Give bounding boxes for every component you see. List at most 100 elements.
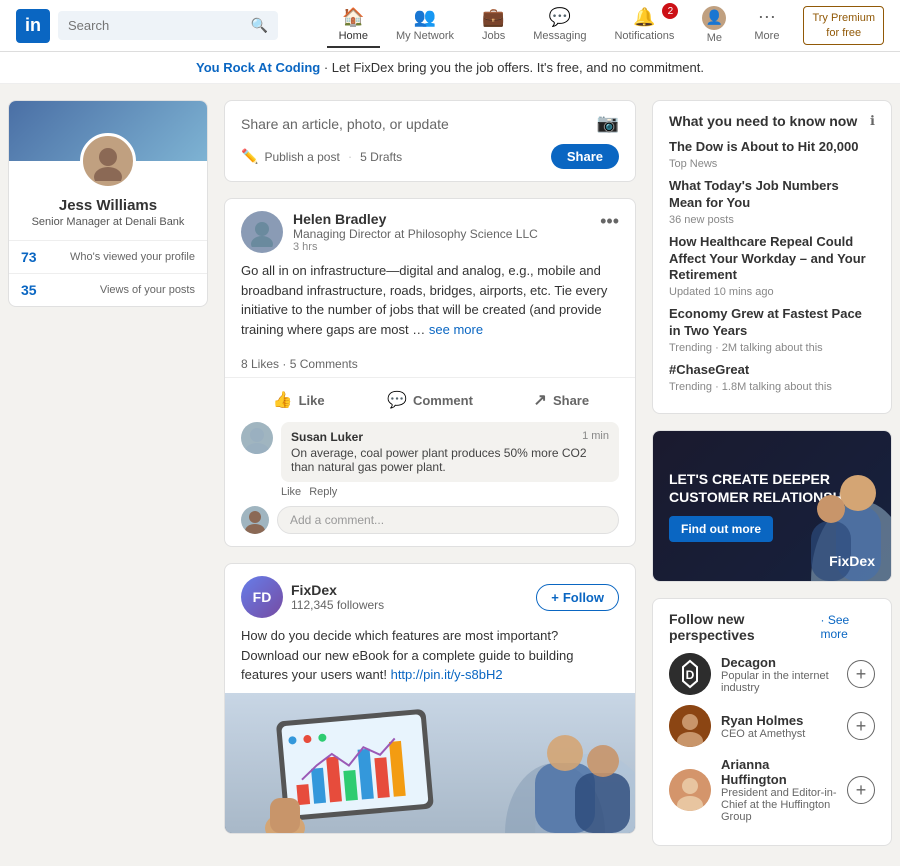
- follow-perspectives-title: Follow new perspectives: [669, 611, 820, 643]
- post-views-num: 35: [21, 282, 37, 298]
- arianna-avatar: [669, 769, 711, 811]
- sponsored-header: FD FixDex 112,345 followers + Follow: [225, 564, 635, 626]
- commenter-name[interactable]: Susan Luker: [291, 430, 363, 444]
- sponsored-link[interactable]: http://pin.it/y-s8bH2: [391, 667, 503, 682]
- like-label: Like: [299, 393, 325, 408]
- nav-item-network[interactable]: 👥 My Network: [384, 3, 466, 48]
- see-more-perspectives-button[interactable]: · See more: [820, 613, 875, 641]
- profile-views-label: Who's viewed your profile: [70, 251, 195, 263]
- right-sidebar: What you need to know now ℹ The Dow is A…: [652, 100, 892, 850]
- ad-cta-button[interactable]: Find out more: [669, 516, 773, 542]
- news-item-5[interactable]: #ChaseGreat Trending · 1.8M talking abou…: [669, 362, 875, 393]
- post-actions: 👍 Like 💬 Comment ↗ Share: [225, 378, 635, 422]
- ad-card: LET'S CREATE DEEPER CUSTOMER RELATIONSHI…: [652, 430, 892, 582]
- likes-count: 8 Likes: [241, 357, 279, 371]
- profile-views-stat[interactable]: 73 Who's viewed your profile: [9, 241, 207, 274]
- left-sidebar: Jess Williams Senior Manager at Denali B…: [8, 100, 208, 850]
- post-header: Helen Bradley Managing Director at Philo…: [225, 199, 635, 261]
- news-item-1[interactable]: The Dow is About to Hit 20,000 Top News: [669, 139, 875, 170]
- nav-item-jobs-label: Jobs: [482, 30, 505, 42]
- info-icon[interactable]: ℹ: [870, 113, 875, 129]
- news-item-3[interactable]: How Healthcare Repeal Could Affect Your …: [669, 234, 875, 299]
- search-input[interactable]: [68, 18, 247, 33]
- promo-highlight[interactable]: You Rock At Coding: [196, 60, 320, 75]
- nav-item-messaging[interactable]: 💬 Messaging: [521, 3, 598, 48]
- search-bar[interactable]: 🔍: [58, 11, 278, 40]
- news-item-title-5: #ChaseGreat: [669, 362, 875, 379]
- comment-bubble: Susan Luker 1 min On average, coal power…: [281, 422, 619, 482]
- add-comment-row: Add a comment...: [241, 506, 619, 534]
- decagon-name[interactable]: Decagon: [721, 655, 837, 670]
- post-more-button[interactable]: •••: [600, 211, 619, 232]
- nav-item-home-label: Home: [339, 30, 368, 42]
- profile-name[interactable]: Jess Williams: [9, 197, 207, 214]
- arianna-info: Arianna Huffington President and Editor-…: [721, 757, 837, 823]
- more-icon: ⋯: [758, 7, 776, 28]
- ryan-avatar: [669, 705, 711, 747]
- nav-item-me[interactable]: 👤 Me: [690, 2, 738, 50]
- comment-button[interactable]: 💬 Comment: [364, 382, 495, 418]
- linkedin-logo[interactable]: in: [16, 9, 50, 43]
- arianna-name[interactable]: Arianna Huffington: [721, 757, 837, 787]
- share-action-label: Share: [553, 393, 589, 408]
- news-item-sub-2: 36 new posts: [669, 214, 875, 226]
- news-item-title-4: Economy Grew at Fastest Pace in Two Year…: [669, 306, 875, 340]
- news-item-title-1: The Dow is About to Hit 20,000: [669, 139, 875, 156]
- nav-item-home[interactable]: 🏠 Home: [327, 3, 380, 48]
- post-author-avatar[interactable]: [241, 211, 283, 253]
- profile-stats: 73 Who's viewed your profile 35 Views of…: [9, 240, 207, 306]
- post-card-helen: Helen Bradley Managing Director at Philo…: [224, 198, 636, 547]
- publish-post-button[interactable]: ✏️ Publish a post: [241, 148, 340, 165]
- main-layout: Jess Williams Senior Manager at Denali B…: [0, 84, 900, 866]
- comment-reply-button[interactable]: Reply: [309, 486, 337, 498]
- like-button[interactable]: 👍 Like: [233, 382, 364, 418]
- share-button[interactable]: Share: [551, 144, 619, 169]
- search-icon: 🔍: [251, 17, 268, 34]
- nav-item-more-label: More: [754, 30, 779, 42]
- share-bottom: ✏️ Publish a post · 5 Drafts Share: [241, 144, 619, 169]
- try-premium-button[interactable]: Try Premium for free: [803, 6, 884, 45]
- nav-item-notifications[interactable]: 2 🔔 Notifications: [602, 3, 686, 48]
- share-placeholder[interactable]: Share an article, photo, or update: [241, 116, 449, 132]
- see-more-button[interactable]: see more: [429, 322, 483, 337]
- tablet-scene: [225, 693, 635, 833]
- comments-label: 5 Comments: [290, 357, 358, 371]
- ryan-name[interactable]: Ryan Holmes: [721, 713, 837, 728]
- company-logo: FD: [241, 576, 283, 618]
- post-text: Go all in on infrastructure—digital and …: [241, 263, 607, 337]
- news-item-sub-3: Updated 10 mins ago: [669, 286, 875, 298]
- profile-avatar[interactable]: [80, 133, 136, 189]
- add-arianna-button[interactable]: +: [847, 776, 875, 804]
- publish-post-label: Publish a post: [264, 150, 339, 164]
- add-comment-input[interactable]: Add a comment...: [277, 506, 619, 534]
- comment-like-button[interactable]: Like: [281, 486, 301, 498]
- follow-person-arianna: Arianna Huffington President and Editor-…: [669, 757, 875, 823]
- ryan-title: CEO at Amethyst: [721, 728, 837, 740]
- jobs-icon: 💼: [482, 7, 504, 28]
- post-body: Go all in on infrastructure—digital and …: [225, 261, 635, 351]
- post-author-name[interactable]: Helen Bradley: [293, 211, 600, 227]
- post-stats: 8 Likes · 5 Comments: [225, 351, 635, 378]
- news-item-4[interactable]: Economy Grew at Fastest Pace in Two Year…: [669, 306, 875, 354]
- post-author-info: Helen Bradley Managing Director at Philo…: [293, 211, 600, 253]
- post-views-stat[interactable]: 35 Views of your posts: [9, 274, 207, 306]
- drafts-label[interactable]: 5 Drafts: [360, 150, 402, 164]
- camera-icon[interactable]: 📷: [597, 113, 619, 134]
- nav-item-jobs[interactable]: 💼 Jobs: [470, 3, 517, 48]
- add-ryan-button[interactable]: +: [847, 712, 875, 740]
- company-name[interactable]: FixDex: [291, 582, 384, 598]
- notifications-icon: 🔔: [633, 7, 655, 28]
- nav-item-more[interactable]: ⋯ More: [742, 3, 791, 48]
- comments-count: ·: [282, 357, 289, 371]
- share-action-button[interactable]: ↗ Share: [496, 382, 627, 418]
- like-icon: 👍: [273, 390, 293, 410]
- decagon-avatar: D: [669, 653, 711, 695]
- share-top: Share an article, photo, or update 📷: [241, 113, 619, 134]
- news-item-2[interactable]: What Today's Job Numbers Mean for You 36…: [669, 178, 875, 226]
- comment-label: Comment: [413, 393, 473, 408]
- try-premium-sub: for free: [812, 26, 875, 40]
- add-decagon-button[interactable]: +: [847, 660, 875, 688]
- follow-button[interactable]: + Follow: [536, 584, 619, 611]
- profile-card: Jess Williams Senior Manager at Denali B…: [8, 100, 208, 307]
- promo-text: · Let FixDex bring you the job offers. I…: [324, 60, 704, 75]
